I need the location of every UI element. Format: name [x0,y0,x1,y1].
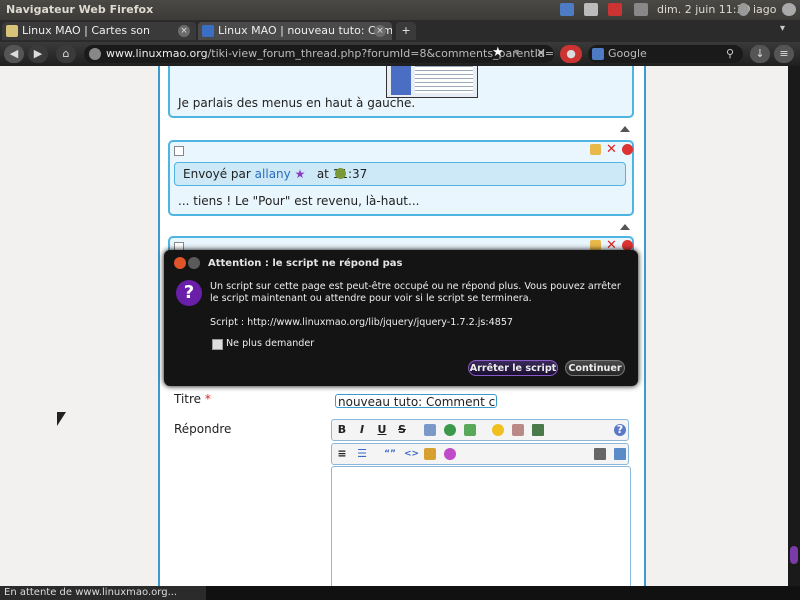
quote-icon[interactable]: “” [384,448,396,460]
mail-icon[interactable] [584,3,598,16]
stop-icon[interactable]: ✕ [536,46,546,60]
image-icon[interactable] [424,424,436,436]
help-icon[interactable]: ? [614,424,626,436]
post-body: ... tiens ! Le "Pour" est revenu, là-hau… [178,194,420,208]
home-button[interactable]: ⌂ [56,45,76,63]
bold-button[interactable]: B [336,424,348,436]
editor-toolbar-top: B I U S ? [331,419,629,441]
dialog-title: Attention : le script ne répond pas [208,258,403,269]
forward-button[interactable]: ▶ [28,45,48,63]
user-name[interactable]: iago [753,3,777,16]
box-icon[interactable] [424,448,436,460]
dropbox-icon[interactable] [560,3,574,16]
delete-icon[interactable]: ✕ [606,142,617,157]
tab-bar: Linux MAO | Cartes son × Linux MAO | nou… [0,20,800,42]
forum-post: Je parlais des menus en haut à gauche. [168,66,634,118]
unresponsive-script-dialog: Attention : le script ne répond pas ? Un… [164,250,638,386]
scrollbar-thumb[interactable] [790,546,798,564]
bottom-strip [206,586,800,600]
top-panel: Navigateur Web Firefox dim. 2 juin 11:39… [0,0,800,20]
underline-button[interactable]: U [376,424,388,436]
navigation-bar: ◀ ▶ ⌂ www.linuxmao.org/tiki-view_forum_t… [0,42,800,66]
plugin-icon[interactable] [512,424,524,436]
dialog-script-path: Script : http://www.linuxmao.org/lib/jqu… [210,317,514,328]
search-icon[interactable]: ⚲ [726,45,734,63]
post-header: Envoyé par allany ★ at 11:37 [174,162,626,186]
screenshot-thumbnail[interactable] [386,66,478,98]
tab-nouveau-tuto[interactable]: Linux MAO | nouveau tuto: Com… × [198,22,392,40]
page-scrollbar[interactable] [788,66,800,586]
search-field[interactable]: Google ⚲ [588,45,743,63]
smiley-icon[interactable] [492,424,504,436]
network-icon[interactable] [608,3,622,16]
site-identity-icon[interactable] [89,48,101,60]
dont-ask-checkbox[interactable] [212,339,223,350]
scroll-top-icon[interactable] [620,126,630,132]
user-icon [738,3,749,16]
edit-icon[interactable] [590,144,601,155]
author-link[interactable]: allany [255,167,291,181]
special-chars-icon[interactable] [594,448,606,460]
linuxmao-favicon-icon [6,25,18,37]
close-tab-icon[interactable]: × [374,25,386,37]
power-icon[interactable] [782,3,796,16]
tab-label: Linux MAO | Cartes son [22,24,150,37]
reply-label: Répondre [174,422,232,436]
mouse-cursor-icon [57,412,66,426]
clock[interactable]: dim. 2 juin 11:39 [657,3,751,16]
media-icon[interactable] [532,424,544,436]
dialog-message: Un script sur cette page est peut-être o… [210,281,621,304]
dont-ask-label[interactable]: Ne plus demander [226,338,314,349]
title-input[interactable]: nouveau tuto: Comment choisir : [335,394,497,408]
addon-button[interactable]: ● [560,45,582,63]
url-bar[interactable]: www.linuxmao.org/tiki-view_forum_thread.… [84,45,554,63]
tab-cartes-son[interactable]: Linux MAO | Cartes son × [2,22,196,40]
close-dialog-icon[interactable] [174,257,186,269]
app-title: Navigateur Web Firefox [6,3,154,16]
remove-icon[interactable] [622,144,633,155]
menu-button[interactable]: ≡ [774,45,794,63]
align-icon[interactable]: ≡ [336,448,348,460]
history-dropdown-icon[interactable]: ▾ [514,47,519,58]
new-tab-button[interactable]: + [396,22,416,40]
stop-script-button[interactable]: Arrêter le script [468,360,558,376]
title-label: Titre * [174,392,211,406]
fullscreen-icon[interactable] [614,448,626,460]
question-icon: ? [176,280,202,306]
volume-icon[interactable] [634,3,648,16]
post-body: Je parlais des menus en haut à gauche. [178,96,416,110]
minimize-dialog-icon[interactable] [188,257,200,269]
close-tab-icon[interactable]: × [178,25,190,37]
sent-by-label: Envoyé par [183,167,251,181]
list-icon[interactable]: ☰ [356,448,368,460]
italic-button[interactable]: I [356,424,368,436]
select-post-checkbox[interactable] [174,146,184,156]
url-host: www.linuxmao.org [106,47,208,60]
bookmark-star-icon[interactable]: ★ [492,45,504,60]
editor-toolbar-bottom: ≡ ☰ “” <> [331,443,629,465]
strikethrough-button[interactable]: S [396,424,408,436]
google-icon[interactable] [592,48,604,60]
downloads-button[interactable]: ↓ [750,45,770,63]
search-placeholder: Google [608,47,647,60]
tab-label: Linux MAO | nouveau tuto: Com… [218,24,392,37]
forum-post: ✕ Envoyé par allany ★ at 11:37 ... tiens… [168,140,634,216]
code-icon[interactable]: <> [404,448,419,460]
scroll-top-icon[interactable] [620,224,630,230]
list-tabs-icon[interactable]: ▾ [780,23,794,37]
back-button[interactable]: ◀ [4,45,24,63]
thumb-content [415,66,473,93]
picture-icon[interactable] [464,424,476,436]
user-status-icon [335,168,346,179]
star-icon: ★ [294,167,306,181]
reply-textarea[interactable] [331,466,631,586]
color-icon[interactable] [444,448,456,460]
link-icon[interactable] [444,424,456,436]
status-bar: En attente de www.linuxmao.org... [0,586,206,600]
linuxmao-favicon-icon [202,25,214,37]
continue-button[interactable]: Continuer [565,360,625,376]
thumb-sidebar [391,66,411,95]
